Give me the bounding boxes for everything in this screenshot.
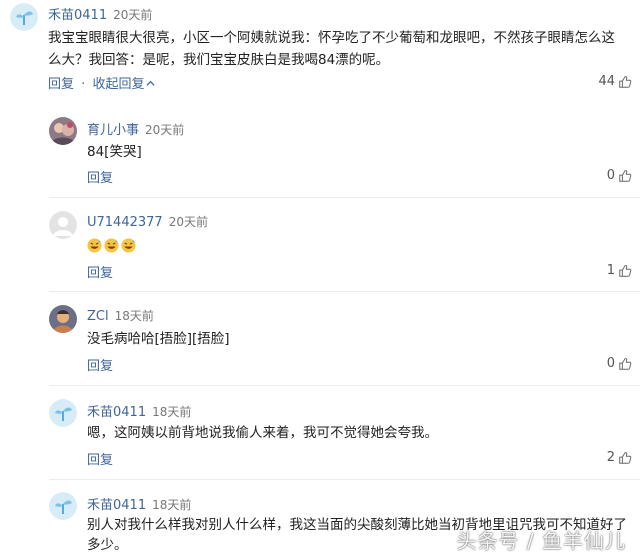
like-count: 0 [606, 356, 615, 371]
avatar[interactable] [10, 3, 38, 31]
reply-button[interactable]: 回复 [87, 167, 113, 186]
comment-actions: 回复 · 收起回复 [48, 73, 155, 92]
comment-text [87, 235, 138, 257]
avatar[interactable] [49, 211, 77, 239]
avatar[interactable] [49, 305, 77, 333]
comment-text: 84[笑哭] [87, 144, 142, 160]
thumbs-up-icon [619, 451, 632, 464]
like-count: 44 [598, 74, 615, 89]
comment-meta: 禾苗0411 18天前 [87, 401, 191, 420]
comment-text: 没毛病哈哈[捂脸][捂脸] [87, 331, 230, 347]
author-name[interactable]: U71442377 [87, 215, 163, 230]
avatar[interactable] [49, 117, 77, 145]
like-button[interactable]: 1 [607, 263, 632, 278]
comment-text: 我宝宝眼睛很大很亮，小区一个阿姨就说我：怀孕吃了不少葡萄和龙眼吧，不然孩子眼睛怎… [48, 30, 615, 68]
author-name[interactable]: 禾苗0411 [87, 498, 146, 513]
comment-meta: 禾苗0411 20天前 [48, 4, 152, 23]
thumbs-up-icon [619, 357, 632, 370]
reply-button[interactable]: 回复 [87, 449, 113, 468]
comment-meta: U71442377 20天前 [87, 213, 208, 230]
like-button[interactable]: 0 [607, 168, 632, 183]
comment-time: 18天前 [152, 405, 192, 419]
comment-text: 嗯，这阿姨以前背地说我偷人来着，我可不觉得她会夸我。 [87, 425, 438, 441]
reply-button[interactable]: 回复 [87, 262, 113, 281]
comment-meta: 育儿小事 20天前 [87, 119, 184, 138]
avatar[interactable] [49, 399, 77, 427]
grinning-sweat-emoji-icon [87, 238, 102, 253]
watermark: 头条号 / 鱼羊仙儿 [456, 529, 626, 553]
reply-button[interactable]: 回复 [48, 77, 74, 92]
thumbs-up-icon [619, 169, 632, 182]
like-button[interactable]: 0 [607, 356, 632, 371]
chevron-up-icon [146, 80, 155, 86]
like-button[interactable]: 2 [607, 450, 632, 465]
comment-meta: ZCl 18天前 [87, 307, 154, 324]
divider [49, 385, 640, 386]
comment-time: 20天前 [145, 123, 185, 137]
divider [49, 291, 640, 292]
author-name[interactable]: 禾苗0411 [48, 8, 107, 23]
author-name[interactable]: ZCl [87, 309, 109, 324]
thumbs-up-icon [619, 264, 632, 277]
comment-time: 20天前 [113, 8, 153, 22]
comment-time: 18天前 [114, 309, 154, 323]
grinning-sweat-emoji-icon [121, 238, 136, 253]
avatar[interactable] [49, 492, 77, 520]
divider [49, 479, 640, 480]
author-name[interactable]: 育儿小事 [87, 123, 139, 138]
separator: · [81, 77, 86, 92]
like-count: 0 [606, 168, 615, 183]
grinning-sweat-emoji-icon [104, 238, 119, 253]
comment-time: 20天前 [168, 215, 208, 229]
like-count: 1 [606, 263, 615, 278]
reply-button[interactable]: 回复 [87, 355, 113, 374]
comment-time: 18天前 [152, 498, 192, 512]
thumbs-up-icon [619, 75, 632, 88]
divider [49, 197, 640, 198]
like-button[interactable]: 44 [598, 74, 632, 89]
author-name[interactable]: 禾苗0411 [87, 405, 146, 420]
comment-meta: 禾苗0411 18天前 [87, 494, 191, 513]
like-count: 2 [606, 450, 615, 465]
collapse-replies-button[interactable]: 收起回复 [92, 77, 155, 92]
